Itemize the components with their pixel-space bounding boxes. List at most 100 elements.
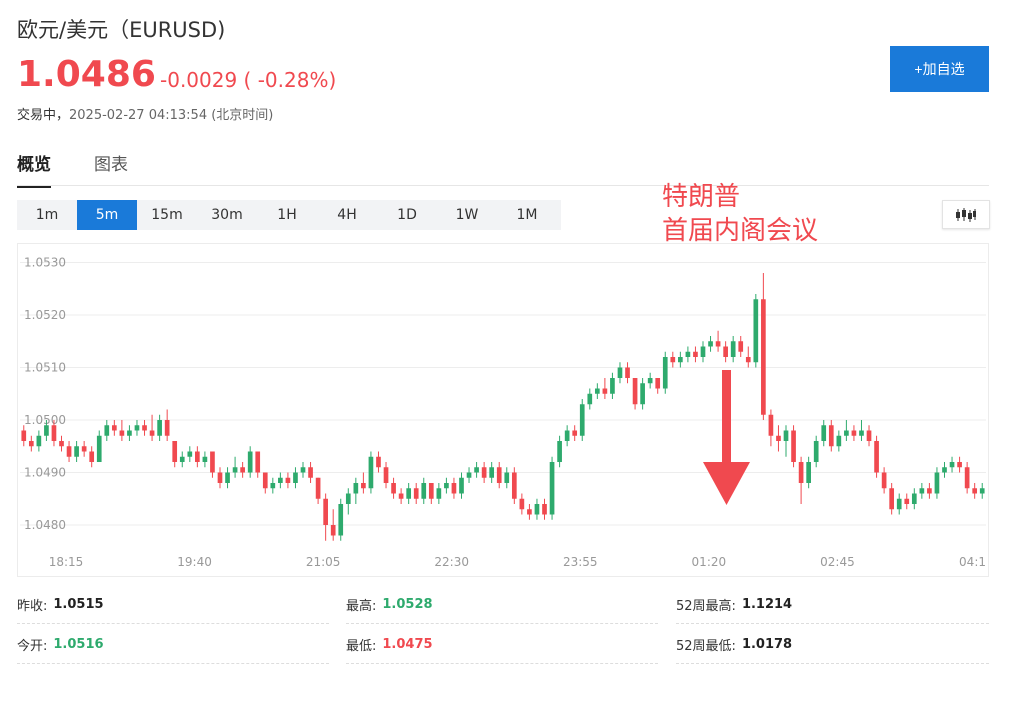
stat-value: 1.1214 — [741, 597, 793, 612]
candle — [700, 341, 706, 363]
candlestick-chart: 1.0530 1.0520 1.0510 1.0500 1.0490 1.0480 18:1… — [20, 256, 986, 569]
candle — [806, 456, 811, 489]
candle-body — [225, 472, 230, 483]
candle — [655, 378, 661, 394]
stat-label: 今开: — [17, 639, 48, 654]
candle — [398, 488, 404, 504]
stat-label: 最低: — [346, 639, 377, 654]
candle — [59, 435, 64, 452]
candle — [511, 467, 517, 504]
candle-body — [783, 430, 789, 441]
candle-body — [428, 483, 434, 499]
stat-prev-close: 昨收: 1.0515 — [17, 586, 329, 624]
candle-body — [768, 414, 774, 436]
candle — [255, 451, 261, 478]
period-1d[interactable]: 1D — [377, 200, 437, 230]
candle-body — [851, 430, 857, 436]
candle-body — [28, 441, 34, 447]
candle — [685, 346, 691, 363]
candle-body — [964, 467, 970, 489]
chart-type-toggle[interactable] — [942, 200, 990, 229]
candle — [361, 472, 366, 494]
candle-body — [444, 483, 449, 489]
price-chart[interactable]: 1.0530 1.0520 1.0510 1.0500 1.0490 1.0480 18:1… — [17, 243, 989, 577]
candle — [934, 467, 940, 499]
candle — [753, 294, 759, 368]
tab-chart[interactable]: 图表 — [94, 150, 128, 188]
candle-body — [632, 378, 638, 405]
candle — [693, 346, 698, 363]
tab-overview[interactable]: 概览 — [17, 150, 51, 188]
period-1w[interactable]: 1W — [437, 200, 497, 230]
candle-body — [881, 472, 887, 489]
candle — [617, 362, 623, 384]
candle-body — [36, 435, 42, 447]
candle-body — [278, 477, 283, 483]
candle-body — [625, 367, 630, 378]
period-1m[interactable]: 1m — [17, 200, 77, 230]
candle-body — [300, 467, 306, 473]
candle — [761, 273, 766, 420]
candle — [262, 472, 268, 494]
y-tick-label: 1.0510 — [24, 361, 66, 375]
y-tick-label: 1.0480 — [24, 518, 66, 532]
candle — [89, 446, 95, 468]
candle-body — [866, 430, 872, 441]
candle-body — [549, 462, 555, 515]
period-5m[interactable]: 5m — [77, 200, 137, 230]
candle-body — [179, 456, 185, 462]
candle-body — [149, 430, 155, 436]
period-1mo[interactable]: 1M — [497, 200, 557, 230]
candle-body — [745, 357, 751, 363]
candle-body — [798, 462, 804, 483]
down-arrow-icon — [703, 370, 750, 505]
period-30m[interactable]: 30m — [197, 200, 257, 230]
candle — [36, 430, 42, 452]
candle-body — [813, 441, 819, 462]
candle — [247, 446, 253, 478]
candle — [610, 372, 615, 399]
candle-body — [270, 483, 276, 489]
candle — [119, 420, 125, 441]
period-15m[interactable]: 15m — [137, 200, 197, 230]
candle — [21, 425, 27, 447]
add-to-watchlist-button[interactable]: +加自选 — [890, 46, 989, 92]
candle-body — [919, 488, 925, 494]
candle-body — [323, 498, 328, 525]
candle — [66, 441, 72, 462]
stat-52w-high: 52周最高: 1.1214 — [676, 586, 989, 624]
candle-body — [436, 488, 442, 499]
candle-body — [81, 446, 87, 452]
candle-body — [708, 341, 713, 347]
candle — [527, 504, 532, 520]
stat-label: 52周最高: — [676, 599, 736, 614]
candle — [874, 435, 879, 478]
period-1h[interactable]: 1H — [257, 200, 317, 230]
stat-low: 最低: 1.0475 — [346, 626, 658, 664]
period-4h[interactable]: 4H — [317, 200, 377, 230]
candle-body — [104, 425, 110, 436]
candle — [459, 472, 464, 499]
candle-body — [142, 425, 147, 431]
candle-body — [896, 498, 902, 510]
candle-body — [66, 446, 72, 457]
candle — [889, 483, 895, 515]
y-tick-label: 1.0520 — [24, 308, 66, 322]
candle — [28, 435, 34, 452]
candle-body — [406, 488, 412, 499]
stat-value: 1.0528 — [382, 597, 433, 612]
candle-body — [330, 525, 336, 536]
candle — [489, 462, 495, 483]
candle-body — [579, 404, 585, 436]
tab-bar: 概览 图表 — [17, 150, 171, 188]
candle-body — [474, 467, 479, 473]
candle — [738, 336, 744, 357]
candle — [149, 414, 155, 441]
candle-body — [776, 435, 781, 441]
candle — [519, 493, 525, 515]
candle — [406, 483, 412, 504]
stat-52w-low: 52周最低: 1.0178 — [676, 626, 989, 664]
candle-body — [255, 451, 261, 473]
stat-label: 52周最低: — [676, 639, 736, 654]
candle-body — [911, 493, 917, 504]
